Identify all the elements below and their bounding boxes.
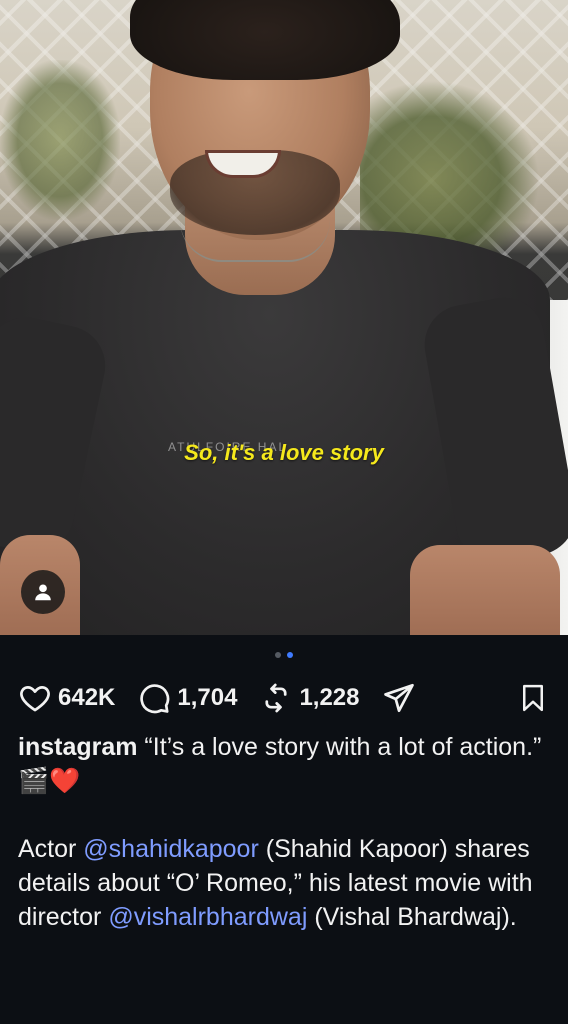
repost-button[interactable]: 1,228: [259, 681, 360, 715]
comment-button[interactable]: 1,704: [137, 681, 237, 715]
person-tag-icon: [35, 584, 51, 601]
like-count: 642K: [58, 684, 116, 711]
post-media[interactable]: ATULFOIRE HAL So, it's a love story: [0, 0, 568, 635]
caption-text: (Vishal Bhardwaj).: [307, 903, 517, 931]
person-hair: [130, 0, 400, 80]
tagged-people-button[interactable]: [21, 570, 65, 614]
caption-text: Actor: [18, 835, 84, 863]
repost-icon: [265, 683, 287, 713]
carousel-dot: [275, 652, 281, 658]
caption-second-paragraph: Actor @shahidkapoor (Shahid Kapoor) shar…: [18, 832, 548, 934]
action-bar: 642K 1,704 1,228: [18, 678, 548, 718]
person-arm: [410, 545, 560, 635]
caption-first-paragraph: instagram “It’s a love story with a lot …: [18, 730, 548, 798]
bookmark-icon: [523, 684, 543, 712]
video-subtitle: So, it's a love story: [184, 440, 384, 465]
mention-link[interactable]: @vishalrbhardwaj: [108, 903, 307, 931]
mention-link[interactable]: @shahidkapoor: [83, 835, 259, 863]
share-icon: [383, 683, 414, 713]
background-plant: [0, 60, 120, 220]
share-button[interactable]: [382, 681, 416, 715]
caption-username[interactable]: instagram: [18, 733, 137, 761]
comment-count: 1,704: [177, 684, 238, 711]
like-button[interactable]: 642K: [18, 681, 115, 715]
heart-icon: [20, 686, 50, 712]
comment-icon: [140, 684, 170, 714]
repost-count: 1,228: [299, 684, 360, 711]
save-button[interactable]: [518, 682, 548, 714]
post-caption: instagram “It’s a love story with a lot …: [18, 730, 548, 934]
carousel-indicator: [0, 652, 568, 658]
carousel-dot-active: [287, 652, 293, 658]
